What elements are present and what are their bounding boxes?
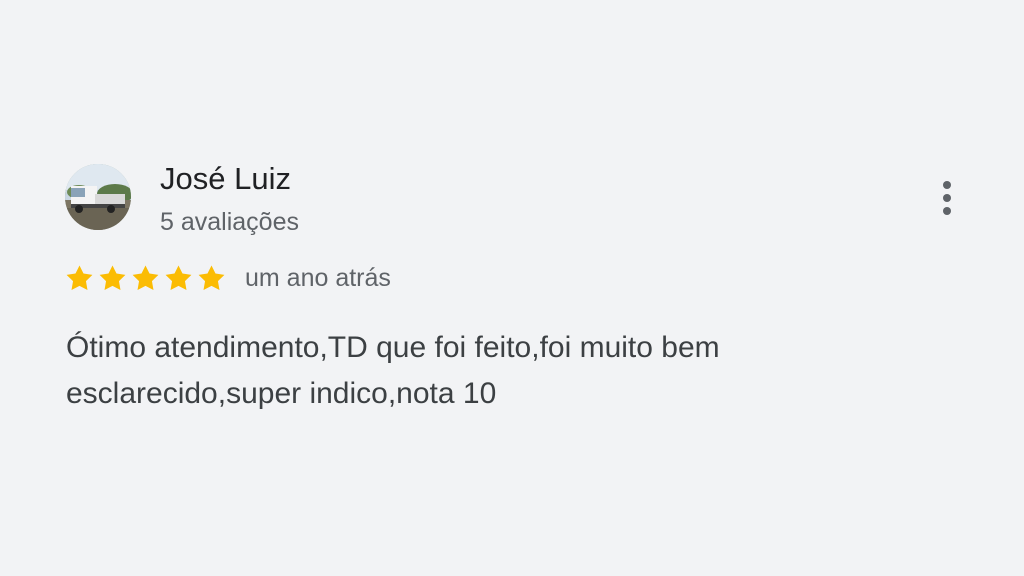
review-card: José Luiz 5 avaliações um ano atrás Ótim… — [0, 0, 1024, 576]
more-options-button[interactable] — [924, 172, 970, 224]
profile-photo-image — [65, 164, 131, 230]
more-vertical-icon — [943, 181, 951, 189]
star-icon — [64, 263, 95, 293]
star-icon — [196, 263, 227, 293]
star-icon — [163, 263, 194, 293]
review-date: um ano atrás — [245, 263, 391, 292]
more-vertical-icon-dot — [943, 194, 951, 202]
avatar[interactable] — [65, 164, 131, 230]
author-name[interactable]: José Luiz — [160, 160, 291, 198]
star-rating — [64, 263, 227, 293]
star-icon — [130, 263, 161, 293]
rating-row: um ano atrás — [64, 260, 391, 296]
review-text: Ótimo atendimento,TD que foi feito,foi m… — [66, 331, 720, 410]
author-review-count[interactable]: 5 avaliações — [160, 206, 299, 238]
star-icon — [97, 263, 128, 293]
more-vertical-icon-dot — [943, 207, 951, 215]
